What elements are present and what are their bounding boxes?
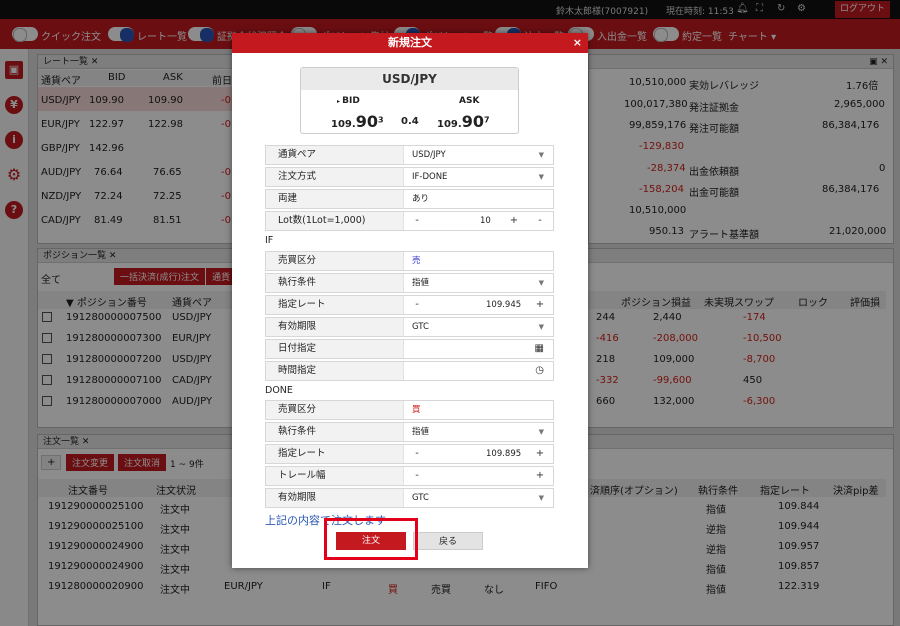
chevron-down-icon: ▼	[538, 173, 544, 181]
if-side-field[interactable]: 売買区分売	[265, 251, 554, 271]
price-pair: USD/JPY	[301, 68, 518, 90]
chevron-down-icon: ▼	[538, 151, 544, 159]
price-box: USD/JPY ▸ BID ASK 109.903 0.4 109.907	[300, 67, 519, 134]
dialog-title: 新規注文	[388, 36, 432, 49]
done-expiry-select[interactable]: 有効期限 GTC ▼	[265, 488, 554, 508]
dialog-header: 新規注文 ×	[232, 33, 588, 53]
done-rate-stepper[interactable]: 指定レート -109.895 +	[265, 444, 554, 464]
minus-button[interactable]: -	[529, 212, 551, 230]
highlight-frame	[324, 518, 418, 560]
lot-stepper[interactable]: Lot数(1Lot=1,000) -10 + -	[265, 211, 554, 231]
new-order-dialog: 新規注文 × USD/JPY ▸ BID ASK 109.903 0.4 109…	[232, 33, 588, 568]
chevron-down-icon: ▼	[538, 428, 544, 436]
calendar-icon: ▦	[534, 343, 544, 354]
if-rate-stepper[interactable]: 指定レート -109.945 +	[265, 295, 554, 315]
minus-button[interactable]: -	[406, 296, 428, 314]
chevron-down-icon: ▼	[538, 279, 544, 287]
if-section-label: IF	[265, 235, 274, 246]
if-time-field[interactable]: 時間指定 ◷	[265, 361, 554, 381]
close-icon[interactable]: ×	[573, 33, 582, 53]
minus-button[interactable]: -	[406, 445, 428, 463]
back-button[interactable]: 戻る	[413, 532, 483, 550]
plus-button[interactable]: +	[529, 296, 551, 314]
ask-price[interactable]: 109.907	[437, 112, 490, 131]
ask-label: ASK	[459, 96, 480, 106]
bid-price[interactable]: 109.903	[331, 112, 384, 131]
if-expiry-select[interactable]: 有効期限 GTC ▼	[265, 317, 554, 337]
minus-button[interactable]: -	[406, 212, 428, 230]
done-side-field[interactable]: 売買区分買	[265, 400, 554, 420]
minus-button[interactable]: -	[406, 467, 428, 485]
trail-stepper[interactable]: トレール幅 - +	[265, 466, 554, 486]
hedge-field[interactable]: 両建 あり	[265, 189, 554, 209]
bid-label: ▸ BID	[337, 96, 360, 106]
chevron-down-icon: ▼	[538, 494, 544, 502]
if-date-field[interactable]: 日付指定 ▦	[265, 339, 554, 359]
plus-button[interactable]: +	[529, 445, 551, 463]
chevron-down-icon: ▼	[538, 323, 544, 331]
order-type-select[interactable]: 注文方式 IF-DONE ▼	[265, 167, 554, 187]
pair-select[interactable]: 通貨ペア USD/JPY ▼	[265, 145, 554, 165]
clock-icon: ◷	[535, 365, 544, 376]
done-condition-select[interactable]: 執行条件 指値 ▼	[265, 422, 554, 442]
plus-button[interactable]: +	[529, 467, 551, 485]
plus-button[interactable]: +	[503, 212, 525, 230]
done-section-label: DONE	[265, 385, 293, 396]
if-condition-select[interactable]: 執行条件 指値 ▼	[265, 273, 554, 293]
spread: 0.4	[401, 116, 419, 127]
